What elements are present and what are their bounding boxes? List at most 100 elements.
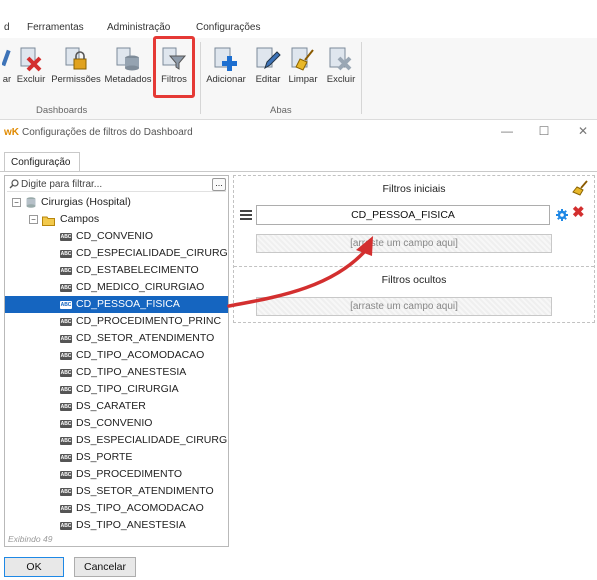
- initial-filters-drop-zone[interactable]: [arraste um campo aqui]: [256, 234, 552, 253]
- clear-filters-icon[interactable]: [572, 180, 588, 196]
- filters-highlight-box: [153, 36, 195, 98]
- tree-field-label: CD_CONVENIO: [76, 230, 154, 242]
- dialog-titlebar: wK Configurações de filtros do Dashboard…: [0, 120, 597, 146]
- tree-field-item[interactable]: ABC DS_CARATER: [5, 398, 228, 415]
- filters-panel: Filtros iniciais CD_PESSOA_FISICA ✖ [arr…: [233, 175, 595, 323]
- collapse-icon[interactable]: −: [12, 198, 21, 207]
- text-field-icon: ABC: [60, 318, 72, 326]
- tab-strip-line: [0, 171, 597, 172]
- ribbon-button-partial[interactable]: ar: [0, 42, 14, 90]
- collapse-icon[interactable]: −: [29, 215, 38, 224]
- ribbon-group-dashboards: Dashboards: [36, 105, 88, 116]
- item-count: Exibindo 49: [8, 534, 53, 544]
- cancel-button[interactable]: Cancelar: [74, 557, 136, 577]
- text-field-icon: ABC: [60, 403, 72, 411]
- tree-field-label: CD_MEDICO_CIRURGIAO: [76, 281, 205, 293]
- edit-tab-button[interactable]: Editar: [252, 42, 284, 90]
- tree-field-item[interactable]: ABC DS_PROCEDIMENTO: [5, 466, 228, 483]
- tree-field-label: DS_PROCEDIMENTO: [76, 468, 182, 480]
- hidden-filters-drop-zone[interactable]: [arraste um campo aqui]: [256, 297, 552, 316]
- pencil-icon: [1, 46, 12, 72]
- tree-field-item[interactable]: ABC DS_PORTE: [5, 449, 228, 466]
- tree-field-label: CD_TIPO_ANESTESIA: [76, 366, 187, 378]
- menu-item-ferramentas[interactable]: Ferramentas: [27, 22, 84, 33]
- text-field-icon: ABC: [60, 386, 72, 394]
- drag-handle-icon[interactable]: [240, 210, 252, 220]
- menu-bar: d Ferramentas Administração Configuraçõe…: [0, 22, 597, 38]
- tree-field-label: CD_SETOR_ATENDIMENTO: [76, 332, 215, 344]
- tree-node-folder-label: Campos: [60, 213, 100, 225]
- filter-options-button[interactable]: ...: [212, 178, 226, 191]
- tree-field-label: DS_TIPO_ANESTESIA: [76, 519, 186, 531]
- dialog-title: Configurações de filtros do Dashboard: [22, 127, 193, 138]
- tree-field-label: CD_ESPECIALIDADE_CIRURGIAO: [76, 247, 229, 259]
- delete-tab-icon: [328, 46, 354, 72]
- tree-field-item[interactable]: ABC DS_TIPO_ANESTESIA: [5, 517, 228, 534]
- database-icon: [115, 46, 141, 72]
- initial-filter-field[interactable]: CD_PESSOA_FISICA: [256, 205, 550, 225]
- text-field-icon: ABC: [60, 471, 72, 479]
- gear-icon[interactable]: [555, 208, 569, 222]
- field-tree-panel: ... − Cirurgias (Hospital) − Campos ABC C…: [4, 175, 229, 547]
- tree-field-item[interactable]: ABC CD_CONVENIO: [5, 228, 228, 245]
- tree-field-item[interactable]: ABC CD_PESSOA_FISICA: [5, 296, 228, 313]
- maximize-button[interactable]: ☐: [535, 124, 553, 140]
- menu-item-configuracoes[interactable]: Configurações: [196, 22, 260, 33]
- text-field-icon: ABC: [60, 267, 72, 275]
- delete-dashboard-icon: [18, 46, 44, 72]
- text-field-icon: ABC: [60, 335, 72, 343]
- close-button[interactable]: ✕: [574, 124, 592, 140]
- tree-node-folder[interactable]: − Campos: [5, 211, 228, 228]
- add-tab-button[interactable]: Adicionar: [203, 42, 249, 90]
- text-field-icon: ABC: [60, 437, 72, 445]
- tree-field-label: DS_SETOR_ATENDIMENTO: [76, 485, 214, 497]
- delete-dashboard-button[interactable]: Excluir: [14, 42, 48, 90]
- text-field-icon: ABC: [60, 352, 72, 360]
- minimize-button[interactable]: —: [498, 124, 516, 140]
- tree-field-item[interactable]: ABC CD_TIPO_CIRURGIA: [5, 381, 228, 398]
- search-icon: [9, 179, 19, 189]
- tree-field-label: DS_CONVENIO: [76, 417, 153, 429]
- menu-item-administracao[interactable]: Administração: [107, 22, 170, 33]
- tree-field-label: CD_TIPO_ACOMODACAO: [76, 349, 205, 361]
- text-field-icon: ABC: [60, 454, 72, 462]
- tree-field-label: CD_ESTABELECIMENTO: [76, 264, 199, 276]
- clear-tab-button[interactable]: Limpar: [286, 42, 320, 90]
- tree-node-root[interactable]: − Cirurgias (Hospital): [5, 194, 228, 211]
- tree-field-item[interactable]: ABC DS_ESPECIALIDADE_CIRURGIAO: [5, 432, 228, 449]
- tree-field-item[interactable]: ABC CD_TIPO_ANESTESIA: [5, 364, 228, 381]
- tree-node-root-label: Cirurgias (Hospital): [41, 196, 131, 208]
- permissions-button[interactable]: Permissões: [50, 42, 102, 90]
- tree-field-item[interactable]: ABC CD_ESTABELECIMENTO: [5, 262, 228, 279]
- menu-item-partial[interactable]: d: [4, 22, 10, 33]
- delete-tab-button[interactable]: Excluir: [322, 42, 360, 90]
- hidden-filters-title: Filtros ocultos: [381, 274, 447, 286]
- tree-field-item[interactable]: ABC CD_MEDICO_CIRURGIAO: [5, 279, 228, 296]
- tree-field-item[interactable]: ABC DS_SETOR_ATENDIMENTO: [5, 483, 228, 500]
- tree-field-item[interactable]: ABC CD_ESPECIALIDADE_CIRURGIAO: [5, 245, 229, 262]
- tree-field-label: DS_PORTE: [76, 451, 133, 463]
- tab-configuracao[interactable]: Configuração: [4, 152, 80, 172]
- app-logo: wK: [4, 127, 19, 138]
- tree-field-item[interactable]: ABC DS_CONVENIO: [5, 415, 228, 432]
- tree-field-label: CD_PROCEDIMENTO_PRINC: [76, 315, 222, 327]
- add-icon: [213, 46, 239, 72]
- ribbon: ar Excluir Permissões Metadados Filtros …: [0, 38, 597, 120]
- database-icon: [26, 197, 36, 208]
- edit-icon: [255, 46, 281, 72]
- remove-filter-icon[interactable]: ✖: [572, 205, 586, 220]
- text-field-icon: ABC: [60, 369, 72, 377]
- tree-field-item[interactable]: ABC CD_PROCEDIMENTO_PRINC: [5, 313, 228, 330]
- tree-field-label: DS_TIPO_ACOMODACAO: [76, 502, 204, 514]
- ok-button[interactable]: OK: [4, 557, 64, 577]
- initial-filters-title: Filtros iniciais: [382, 183, 446, 195]
- text-field-icon: ABC: [60, 505, 72, 513]
- filter-input[interactable]: [21, 178, 201, 191]
- tree-field-item[interactable]: ABC CD_TIPO_ACOMODACAO: [5, 347, 228, 364]
- filter-bar: ...: [7, 178, 226, 192]
- tree-field-label: CD_TIPO_CIRURGIA: [76, 383, 179, 395]
- ribbon-group-separator: [200, 42, 201, 114]
- metadata-button[interactable]: Metadados: [103, 42, 153, 90]
- tree-field-item[interactable]: ABC DS_TIPO_ACOMODACAO: [5, 500, 228, 517]
- tree-field-item[interactable]: ABC CD_SETOR_ATENDIMENTO: [5, 330, 228, 347]
